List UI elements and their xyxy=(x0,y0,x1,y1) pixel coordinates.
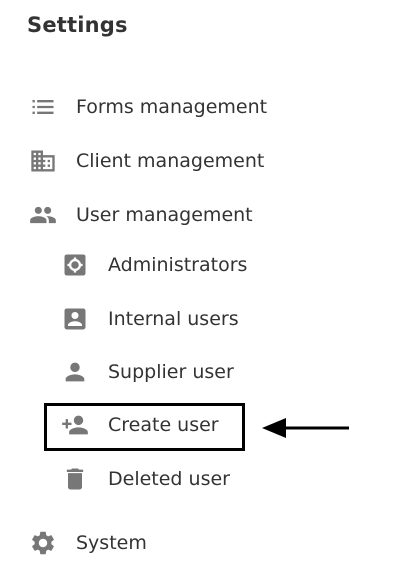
sidebar-item-deleted-user[interactable]: Deleted user xyxy=(60,462,230,496)
portrait-icon xyxy=(60,304,90,334)
admin-gear-icon xyxy=(60,250,90,280)
sidebar-item-user-management[interactable]: User management xyxy=(28,198,253,232)
sidebar-item-forms-management[interactable]: Forms management xyxy=(28,90,267,124)
sidebar-item-internal-users[interactable]: Internal users xyxy=(60,302,239,336)
sidebar-item-label: Internal users xyxy=(108,308,239,330)
left-arrow-icon xyxy=(262,418,349,438)
sidebar-item-label: Administrators xyxy=(108,254,248,276)
sidebar-item-label: Forms management xyxy=(76,96,268,118)
sidebar-item-system[interactable]: System xyxy=(28,526,147,560)
gear-icon xyxy=(28,528,58,558)
person-add-icon xyxy=(60,410,90,440)
sidebar-item-supplier-user[interactable]: Supplier user xyxy=(60,355,234,389)
sidebar-item-client-management[interactable]: Client management xyxy=(28,144,264,178)
sidebar-item-label: Client management xyxy=(76,150,265,172)
trash-icon xyxy=(60,464,90,494)
sidebar-item-label: Supplier user xyxy=(108,361,234,383)
page-title: Settings xyxy=(27,13,128,37)
sidebar-item-label: Create user xyxy=(108,414,219,436)
building-icon xyxy=(28,146,58,176)
list-icon xyxy=(28,92,58,122)
sidebar-item-create-user[interactable]: Create user xyxy=(60,408,219,442)
sidebar-item-label: System xyxy=(76,532,147,554)
sidebar-item-administrators[interactable]: Administrators xyxy=(60,248,247,282)
people-icon xyxy=(28,200,58,230)
sidebar-item-label: Deleted user xyxy=(108,468,230,490)
person-icon xyxy=(60,357,90,387)
sidebar-item-label: User management xyxy=(76,204,253,226)
